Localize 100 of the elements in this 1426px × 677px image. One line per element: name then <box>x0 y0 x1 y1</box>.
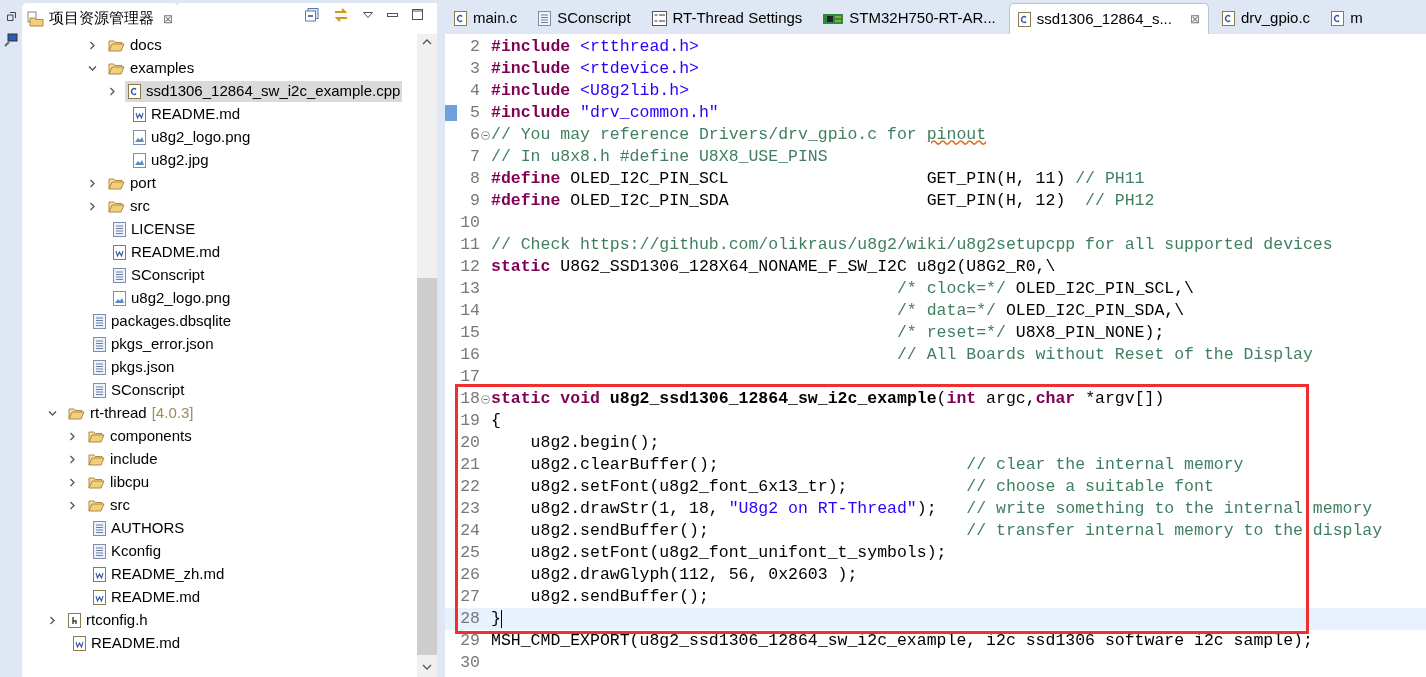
file-icon <box>128 84 141 99</box>
settings-list-icon <box>651 11 667 26</box>
tree-item[interactable]: u8g2_logo.png <box>110 288 233 309</box>
tree-item[interactable]: README.md <box>110 242 223 263</box>
text-file-icon <box>93 383 106 398</box>
tree-item[interactable]: include <box>85 449 160 470</box>
fold-icon[interactable] <box>481 130 490 140</box>
line-number: 21 <box>460 453 480 476</box>
code-line: u8g2.drawStr(1, 18, "U8g2 on RT-Thread"); // write something to the internal memory <box>529 497 1373 520</box>
code-line: u8g2.drawGlyph(112, 56, 0x2603 ); <box>529 563 858 586</box>
chevron-down-icon[interactable] <box>48 409 57 418</box>
editor-tab[interactable]: drv_gpio.c <box>1213 3 1319 34</box>
tree-item[interactable]: packages.dbsqlite <box>90 311 234 332</box>
tree-item[interactable]: src <box>85 495 132 516</box>
code-line: u8g2.clearBuffer(); // clear the internal memory <box>529 453 1244 476</box>
collapse-all-icon[interactable] <box>305 7 319 22</box>
tree-item[interactable]: u8g2.jpg <box>130 150 211 171</box>
maximize-icon[interactable] <box>412 9 423 20</box>
line-number: 22 <box>460 475 480 498</box>
editor-tab[interactable]: m <box>1323 3 1371 34</box>
chevron-right-icon[interactable] <box>68 501 77 510</box>
chevron-right-icon[interactable] <box>88 41 97 50</box>
code-line: u8g2.sendBuffer(); // transfer internal memory to the display <box>529 519 1383 542</box>
editor-tab[interactable]: ssd1306_12864_s... ⊠ <box>1008 3 1209 34</box>
line-number: 18 <box>460 387 480 410</box>
chevron-right-icon[interactable] <box>68 432 77 441</box>
text-file-icon <box>93 314 106 329</box>
chevron-right-icon[interactable] <box>68 455 77 464</box>
tree-item[interactable]: src <box>105 196 152 217</box>
chevron-right-icon[interactable] <box>48 616 57 625</box>
tree-item[interactable]: SConscript <box>110 265 207 286</box>
chevron-right-icon[interactable] <box>108 87 117 96</box>
code-line: } <box>491 607 501 630</box>
folder-icon <box>68 406 85 421</box>
line-number: 23 <box>460 497 480 520</box>
line-number: 7 <box>469 145 480 168</box>
tree-item[interactable]: README.md <box>90 587 203 608</box>
code-line: static void u8g2_ssd1306_12864_sw_i2c_example(int argc,char *argv[]) <box>491 387 1165 410</box>
tree-item[interactable]: README.md <box>70 633 183 654</box>
line-number: 12 <box>460 255 480 278</box>
code-line: #include "drv_common.h" <box>491 101 719 124</box>
folder-icon <box>108 38 125 53</box>
tree-item[interactable]: port <box>105 173 158 194</box>
line-number: 28 <box>460 607 480 630</box>
tree-item[interactable]: libcpu <box>85 472 152 493</box>
image-file-icon <box>133 130 146 145</box>
close-button[interactable]: ⊠ <box>163 9 173 28</box>
monitor-icon[interactable] <box>4 33 18 47</box>
view-menu-icon[interactable] <box>363 11 373 18</box>
tree-item[interactable]: ssd1306_12864_sw_i2c_example.cpp <box>125 81 403 102</box>
editor-tab[interactable]: RT-Thread Settings <box>643 3 811 34</box>
tree-item[interactable]: pkgs_error.json <box>90 334 216 355</box>
tree-item[interactable]: AUTHORS <box>90 518 187 539</box>
code-line: #include <U8g2lib.h> <box>491 79 690 102</box>
minimize-icon[interactable] <box>387 12 398 17</box>
code-line: static U8G2_SSD1306_128X64_NONAME_F_SW_I2C u8g2(U8G2_R0,\ <box>491 255 1056 278</box>
tree-item[interactable]: README_zh.md <box>90 564 227 585</box>
tree-item[interactable]: components <box>85 426 194 447</box>
tree-item[interactable]: rtconfig.h <box>65 610 150 631</box>
line-number: 4 <box>469 79 480 102</box>
file-icon <box>73 636 86 651</box>
tree-item[interactable]: docs <box>105 35 164 56</box>
folder-icon <box>88 475 105 490</box>
code-line: // All Boards without Reset of the Display <box>895 343 1313 366</box>
file-icon <box>1017 11 1031 27</box>
image-file-icon <box>133 153 146 168</box>
tree-item[interactable]: LICENSE <box>110 219 198 240</box>
folder-icon <box>108 176 125 191</box>
file-icon <box>133 107 146 122</box>
annotation-marker <box>445 105 457 121</box>
line-number: 19 <box>460 409 480 432</box>
tree-item[interactable]: SConscript <box>90 380 187 401</box>
file-icon <box>68 613 81 628</box>
code-line: // You may reference Drivers/drv_gpio.c for pinout <box>491 123 987 146</box>
line-number: 27 <box>460 585 480 608</box>
line-number: 26 <box>460 563 480 586</box>
line-number: 9 <box>469 189 480 212</box>
fold-icon[interactable] <box>481 394 490 404</box>
file-icon <box>454 11 467 26</box>
tree-item[interactable]: u8g2_logo.png <box>130 127 253 148</box>
tree-item[interactable]: examples <box>105 58 197 79</box>
editor-tab[interactable]: STM32H750-RT-AR... <box>815 3 1004 34</box>
editor-tab[interactable]: SConscript <box>530 3 639 34</box>
scrollbar[interactable] <box>417 34 437 677</box>
tree-item[interactable]: rt-thread [4.0.3] <box>65 403 196 424</box>
line-number: 2 <box>469 35 480 58</box>
restore-icon[interactable] <box>6 12 16 21</box>
tree-item[interactable]: Kconfig <box>90 541 164 562</box>
code-line: /* clock=*/ OLED_I2C_PIN_SCL,\ <box>895 277 1195 300</box>
close-button[interactable]: ⊠ <box>1189 10 1200 28</box>
chevron-right-icon[interactable] <box>88 179 97 188</box>
editor-tab[interactable]: main.c <box>446 3 526 34</box>
chevron-right-icon[interactable] <box>88 202 97 211</box>
tree-item[interactable]: pkgs.json <box>90 357 177 378</box>
chevron-right-icon[interactable] <box>68 478 77 487</box>
folder-icon <box>108 61 125 76</box>
chevron-down-icon[interactable] <box>88 64 97 73</box>
file-icon <box>113 245 126 260</box>
tree-item[interactable]: README.md <box>130 104 243 125</box>
explorer-tab[interactable]: 项目资源管理器 ⊠ <box>22 3 178 34</box>
